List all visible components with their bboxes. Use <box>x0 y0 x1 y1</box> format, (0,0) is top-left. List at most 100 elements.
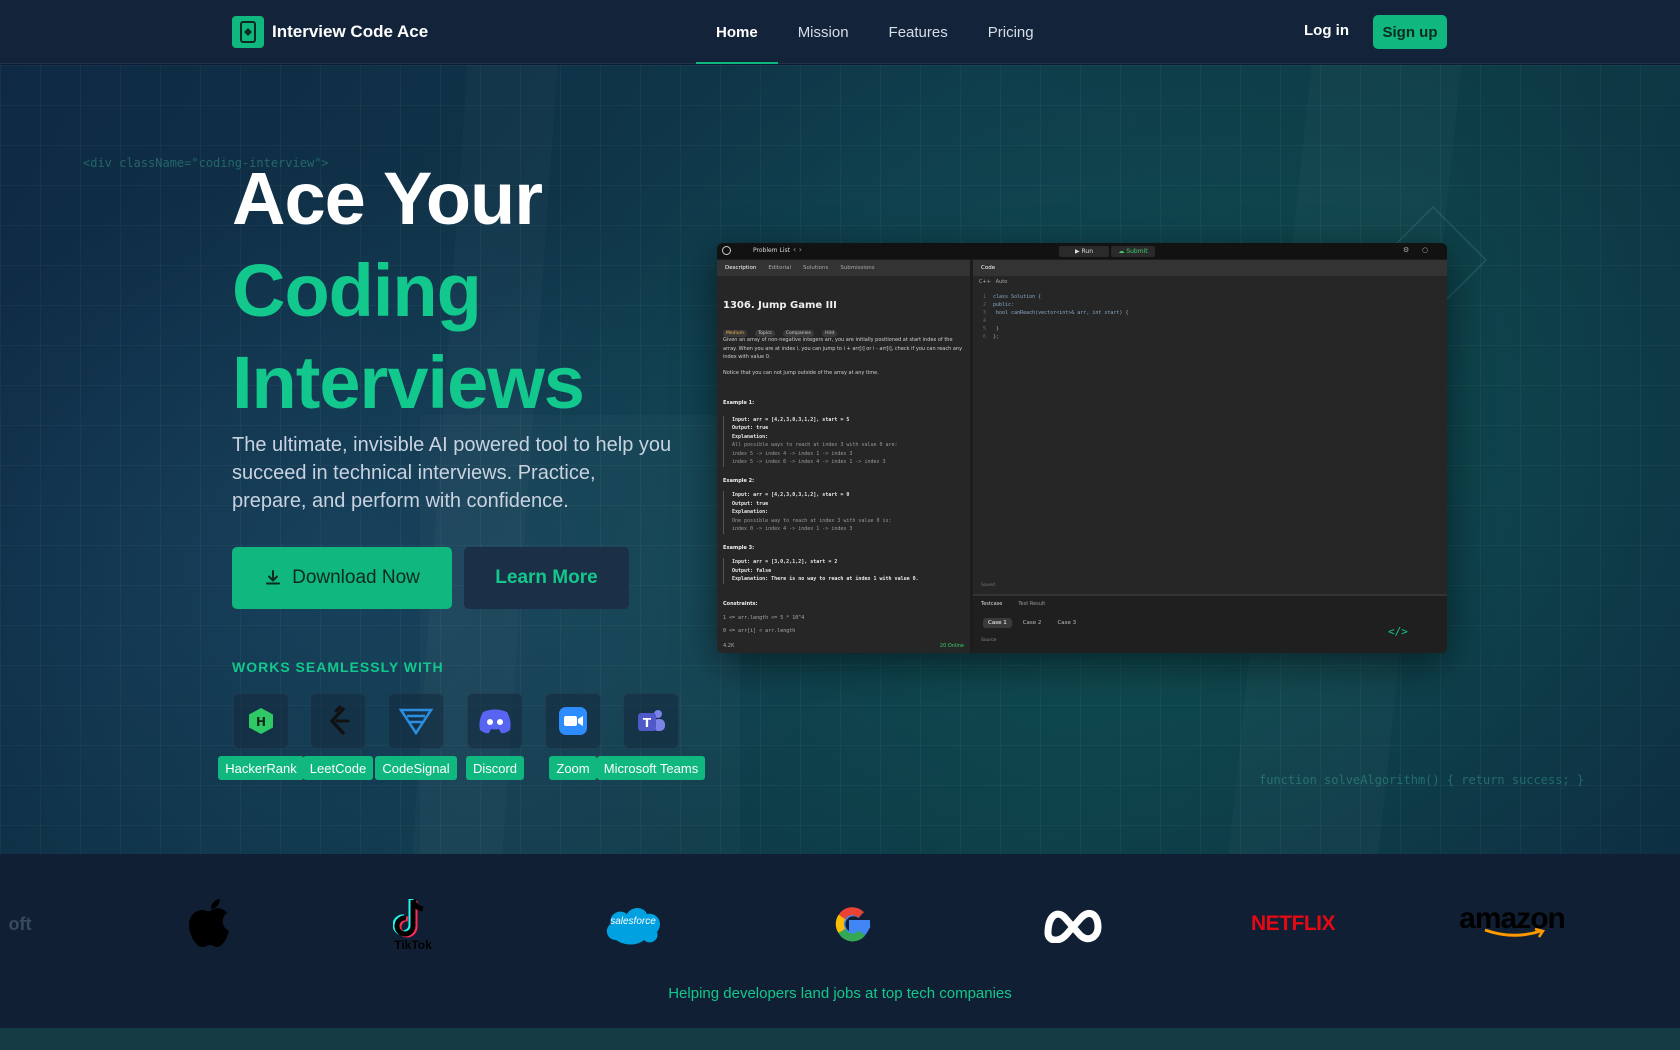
svg-text:H: H <box>256 715 266 729</box>
constraints-title: Constraints: <box>723 600 758 607</box>
app-toolbar: Problem List ‹ › ▶ Run ☁ Submit ⚙ ○ <box>717 243 1447 259</box>
description-text: Given an array of non-negative integers … <box>723 337 963 360</box>
codesignal-icon[interactable] <box>388 693 444 749</box>
constraint-item: 0 <= arr[i] < arr.length <box>723 627 796 634</box>
code-line: bool canReach(vector<int>& arr, int star… <box>993 310 1129 316</box>
leetcode-icon[interactable] <box>310 693 366 749</box>
description-tabs: Description Editorial Solutions Submissi… <box>717 260 970 276</box>
example-2-line: One possible way to reach at index 3 wit… <box>732 517 892 524</box>
auto-toggle[interactable]: Auto <box>996 279 1008 285</box>
case-tabs: Case 1 Case 2 Case 3 <box>983 618 1081 628</box>
tab-code[interactable]: Code <box>981 265 995 271</box>
brand-logo-icon <box>232 16 264 48</box>
platform-microsoft-teams: T Microsoft Teams <box>596 693 706 780</box>
headline-line-1: Ace Your <box>232 157 543 240</box>
saved-status: Saved <box>981 583 995 588</box>
discord-icon[interactable] <box>467 693 523 749</box>
constraint-item: 1 <= arr.length <= 5 * 10^4 <box>723 615 805 621</box>
nav-link-pricing[interactable]: Pricing <box>968 0 1054 64</box>
headline-line-2: Coding <box>232 249 482 332</box>
avatar[interactable]: ○ <box>1422 246 1428 254</box>
code-line: class Solution { <box>993 294 1042 300</box>
example-3-input: Input: arr = [3,0,2,1,2], start = 2 <box>732 559 838 565</box>
case-tab[interactable]: Case 1 <box>983 618 1012 628</box>
works-with-title: WORKS SEAMLESSLY WITH <box>232 659 444 675</box>
platform-label: Microsoft Teams <box>596 756 706 780</box>
amazon-logo: amazon <box>1459 894 1566 954</box>
example-1-input: Input: arr = [4,2,3,0,3,1,2], start = 5 <box>732 416 850 423</box>
run-label: Run <box>1081 248 1094 255</box>
case-tab[interactable]: Case 2 <box>1018 618 1047 628</box>
code-tabs: Code <box>973 260 1447 276</box>
submit-button[interactable]: ☁ Submit <box>1111 246 1155 257</box>
meta-logo <box>1044 894 1102 954</box>
example-2-block: Input: arr = [4,2,3,0,3,1,2], start = 0 … <box>723 491 963 534</box>
salesforce-wordmark: salesforce <box>610 916 656 927</box>
tab-solutions[interactable]: Solutions <box>803 265 828 271</box>
nav-link-home[interactable]: Home <box>696 0 778 64</box>
code-line: public: <box>993 302 1015 308</box>
nav-link-features[interactable]: Features <box>869 0 968 64</box>
problem-list-link[interactable]: Problem List <box>753 247 790 254</box>
platform-label: Zoom <box>549 756 597 780</box>
download-icon <box>266 570 281 585</box>
download-now-button[interactable]: Download Now <box>232 547 452 609</box>
download-now-label: Download Now <box>292 567 420 588</box>
example-3-block: Input: arr = [3,0,2,1,2], start = 2 Outp… <box>723 558 963 584</box>
tab-test-result[interactable]: Test Result <box>1018 601 1045 607</box>
example-2-title: Example 2: <box>723 477 755 484</box>
login-link[interactable]: Log in <box>1304 22 1349 39</box>
microsoft-teams-icon[interactable]: T <box>623 693 679 749</box>
description-note: Notice that you can not jump outside of … <box>723 369 879 376</box>
example-2-expl: Explanation: <box>732 509 769 515</box>
code-line: } <box>993 326 1000 332</box>
likes-count[interactable]: 4.2K <box>723 643 734 649</box>
netflix-logo: NETFLIX <box>1251 912 1336 935</box>
example-2-line: index 0 -> index 4 -> index 1 -> index 3 <box>732 526 853 532</box>
code-line: }; <box>993 334 1000 340</box>
hero-subtitle: The ultimate, invisible AI powered tool … <box>232 434 672 512</box>
tiktok-logo: TikTok <box>384 894 442 954</box>
online-count: 20 Online <box>939 643 964 649</box>
svg-text:T: T <box>643 716 652 730</box>
chevron-left-icon[interactable]: ‹ › <box>793 245 802 254</box>
case-tab[interactable]: Case 3 <box>1052 618 1081 628</box>
hero-headline: Ace Your Coding Interviews <box>232 153 585 429</box>
salesforce-logo: salesforce <box>602 894 664 954</box>
run-button[interactable]: ▶ Run <box>1059 246 1109 257</box>
tab-description[interactable]: Description <box>725 265 756 271</box>
code-editor[interactable]: 1 class Solution { 2 public: 3 bool canRea… <box>973 293 1447 341</box>
signup-button[interactable]: Sign up <box>1373 15 1447 49</box>
tab-editorial[interactable]: Editorial <box>768 265 791 271</box>
zoom-icon[interactable] <box>545 693 601 749</box>
source-toggle[interactable]: Source <box>981 638 996 643</box>
platform-label: LeetCode <box>302 756 374 780</box>
learn-more-button[interactable]: Learn More <box>464 547 629 609</box>
example-3-output: Output: false <box>732 567 772 574</box>
platform-label: Discord <box>465 756 525 780</box>
submit-label: Submit <box>1126 248 1148 255</box>
nav-link-mission[interactable]: Mission <box>778 0 869 64</box>
example-1-block: Input: arr = [4,2,3,0,3,1,2], start = 5 … <box>723 415 963 467</box>
brand-name: Interview Code Ace <box>272 22 429 41</box>
brand[interactable]: Interview Code Ace <box>232 16 428 48</box>
settings-icon[interactable]: ⚙ <box>1403 246 1409 254</box>
problem-description: Given an array of non-negative integers … <box>723 336 963 635</box>
code-pane: Code C++ Auto 1 class Solution { 2 public:… <box>973 260 1447 653</box>
tiktok-wordmark: TikTok <box>394 938 432 952</box>
tab-testcase[interactable]: Testcase <box>981 601 1002 607</box>
example-1-line: index 5 -> index 4 -> index 1 -> index 3 <box>732 450 853 457</box>
hackerrank-icon[interactable]: H <box>233 693 289 749</box>
google-logo <box>830 894 876 954</box>
tab-submissions[interactable]: Submissions <box>840 265 874 271</box>
app-screenshot: Problem List ‹ › ▶ Run ☁ Submit ⚙ ○ Desc… <box>717 243 1447 653</box>
example-3-expl: Explanation: There is no way to reach at… <box>732 576 919 582</box>
top-nav: Interview Code Ace Home Mission Features… <box>0 0 1680 64</box>
description-pane: Description Editorial Solutions Submissi… <box>717 260 970 653</box>
leetcode-logo-icon <box>722 246 731 255</box>
code-glyph-icon: </> <box>1388 625 1408 638</box>
company-logos-strip: oft TikTok salesforce NETFLIX amazon Hel… <box>0 854 1680 1028</box>
example-1-line: All possible ways to reach at index 3 wi… <box>732 442 898 448</box>
headline-line-3: Interviews <box>232 341 585 424</box>
language-select[interactable]: C++ Auto <box>979 279 1007 285</box>
